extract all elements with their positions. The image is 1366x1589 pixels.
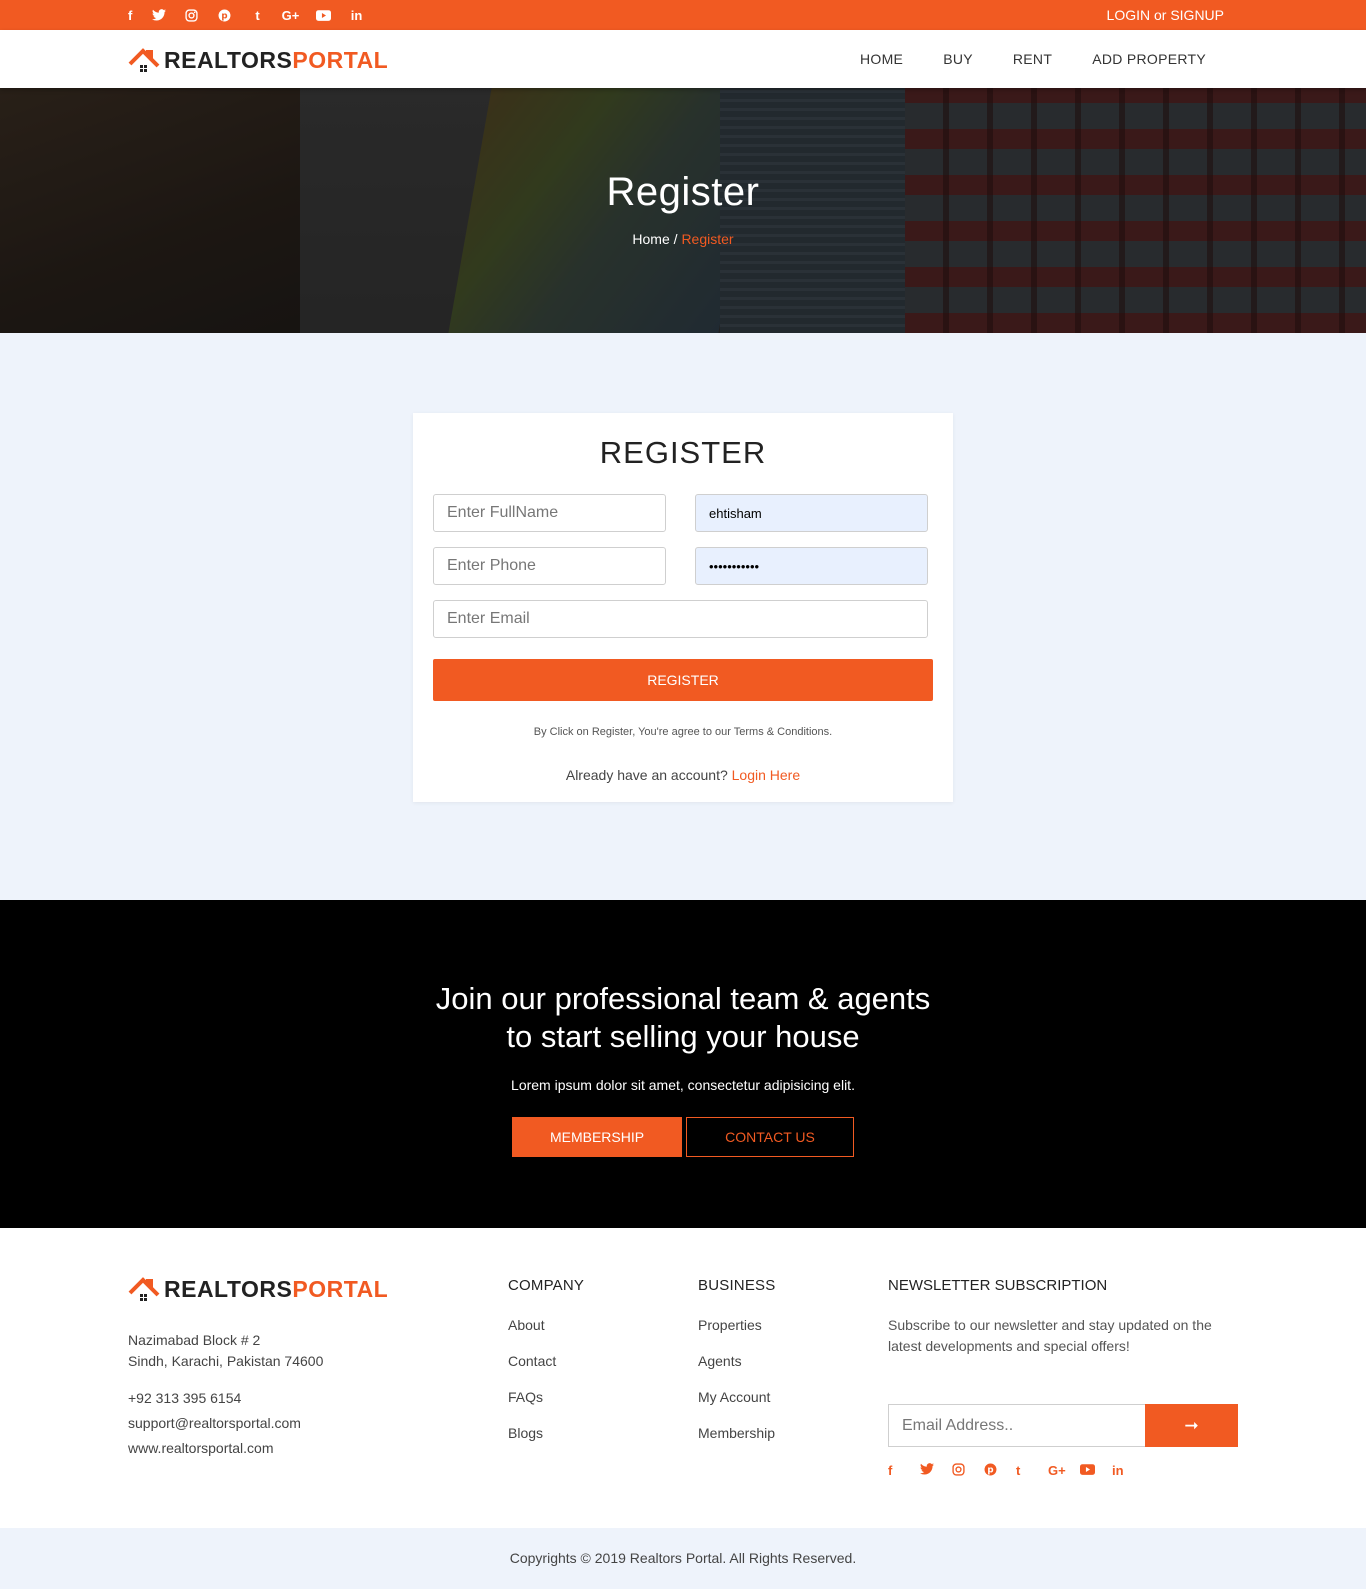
instagram-icon[interactable] [952,1463,984,1479]
register-button[interactable]: REGISTER [433,659,933,701]
linkedin-icon[interactable]: in [1112,1463,1144,1479]
business-heading: BUSINESS [698,1277,776,1294]
join-text: Lorem ipsum dolor sit amet, consectetur … [511,1077,855,1093]
twitter-icon[interactable] [142,0,175,30]
address-line: Nazimabad Block # 2 [128,1332,261,1348]
contact-us-button[interactable]: CONTACT US [686,1117,854,1157]
tumblr-icon[interactable]: t [1016,1463,1048,1479]
footer-link-blogs[interactable]: Blogs [508,1425,584,1461]
terms-text: By Click on Register, You're agree to ou… [533,726,833,738]
copyright-text: Copyrights © 2019 Realtors Portal. All R… [509,1550,857,1566]
house-logo-icon [128,1277,160,1301]
tumblr-icon[interactable]: t [241,0,274,30]
breadcrumb: Home / Register [0,231,1366,247]
footer-link-membership[interactable]: Membership [698,1425,775,1461]
page-title: Register [606,170,760,214]
nav-item-home[interactable]: HOME [860,51,903,67]
breadcrumb-current: Register [681,231,734,247]
username-field[interactable] [695,494,928,532]
login-prompt: Already have an account? Login Here [413,767,953,783]
newsletter-column: NEWSLETTER SUBSCRIPTION Subscribe to our… [888,1277,1238,1478]
join-heading: Join our professional team & agents to st… [0,980,1366,1056]
top-social-links: f p t G+ in [128,0,373,30]
nav-menu: HOME BUY RENT ADD PROPERTY [860,30,1206,88]
instagram-icon[interactable] [175,0,208,30]
nav-item-add-property[interactable]: ADD PROPERTY [1092,51,1206,67]
linkedin-icon[interactable]: in [340,0,373,30]
youtube-icon[interactable] [1080,1463,1112,1479]
join-team-section: Join our professional team & agents to st… [0,900,1366,1228]
twitter-icon[interactable] [920,1463,952,1479]
copyright-bar: Copyrights © 2019 Realtors Portal. All R… [0,1528,1366,1589]
join-heading-line2: to start selling your house [506,1019,860,1054]
register-section: REGISTER REGISTER By Click on Register, … [0,333,1366,900]
newsletter-heading: NEWSLETTER SUBSCRIPTION [888,1277,1108,1294]
footer-social-links: f p t G+ in [888,1463,1144,1479]
pinterest-icon[interactable]: p [984,1463,1016,1479]
join-heading-line1: Join our professional team & agents [435,981,931,1016]
main-navbar: REALTORSPORTAL HOME BUY RENT ADD PROPERT… [0,30,1366,88]
facebook-icon[interactable]: f [128,0,142,30]
footer-email[interactable]: support@realtorsportal.com [128,1411,301,1436]
address-line: Sindh, Karachi, Pakistan 74600 [128,1353,324,1369]
facebook-icon[interactable]: f [888,1463,920,1479]
google-plus-icon[interactable]: G+ [274,0,307,30]
top-bar: f p t G+ in LOGIN or SIGNUP [0,0,1366,30]
phone-field[interactable] [433,547,666,585]
footer: REALTORSPORTAL Nazimabad Block # 2 Sindh… [0,1228,1366,1528]
company-heading: COMPANY [508,1277,585,1294]
register-card: REGISTER REGISTER By Click on Register, … [413,413,953,802]
house-logo-icon [128,48,160,72]
nav-item-rent[interactable]: RENT [1013,51,1052,67]
fullname-field[interactable] [433,494,666,532]
footer-contact: +92 313 395 6154 support@realtorsportal.… [128,1386,301,1461]
newsletter-email-input[interactable] [888,1404,1145,1447]
newsletter-text: Subscribe to our newsletter and stay upd… [888,1317,1212,1354]
breadcrumb-separator: / [669,231,682,247]
membership-button[interactable]: MEMBERSHIP [512,1117,682,1157]
login-here-link[interactable]: Login Here [732,767,801,783]
breadcrumb-home[interactable]: Home [632,231,669,247]
login-prompt-text: Already have an account? [565,767,728,783]
svg-text:p: p [987,1465,993,1475]
footer-brand-name: REALTORSPORTAL [164,1275,389,1302]
footer-link-my-account[interactable]: My Account [698,1389,775,1425]
youtube-icon[interactable] [307,0,340,30]
register-title: REGISTER [599,435,767,470]
footer-address: Nazimabad Block # 2 Sindh, Karachi, Paki… [128,1330,323,1372]
hero-banner: Register Home / Register [0,88,1366,333]
footer-website[interactable]: www.realtorsportal.com [128,1436,301,1461]
password-field[interactable] [695,547,928,585]
footer-link-about[interactable]: About [508,1317,584,1353]
footer-link-properties[interactable]: Properties [698,1317,775,1353]
footer-company-column: COMPANY About Contact FAQs Blogs [508,1277,584,1461]
footer-link-contact[interactable]: Contact [508,1353,584,1389]
footer-phone: +92 313 395 6154 [128,1390,242,1406]
page: f p t G+ in LOGIN or SIGNUP REALTORSPORT… [0,0,1366,1589]
footer-link-agents[interactable]: Agents [698,1353,775,1389]
brand-logo[interactable]: REALTORSPORTAL [128,46,388,74]
footer-business-column: BUSINESS Properties Agents My Account Me… [698,1277,775,1461]
google-plus-icon[interactable]: G+ [1048,1463,1080,1479]
email-field[interactable] [433,600,928,638]
newsletter-submit-button[interactable]: ➞ [1145,1404,1238,1447]
nav-item-buy[interactable]: BUY [943,51,973,67]
footer-link-faqs[interactable]: FAQs [508,1389,584,1425]
brand-name: REALTORSPORTAL [164,46,389,73]
svg-text:p: p [221,11,227,21]
login-signup-link[interactable]: LOGIN or SIGNUP [1107,7,1224,23]
footer-brand-logo[interactable]: REALTORSPORTAL [128,1275,388,1303]
pinterest-icon[interactable]: p [208,0,241,30]
